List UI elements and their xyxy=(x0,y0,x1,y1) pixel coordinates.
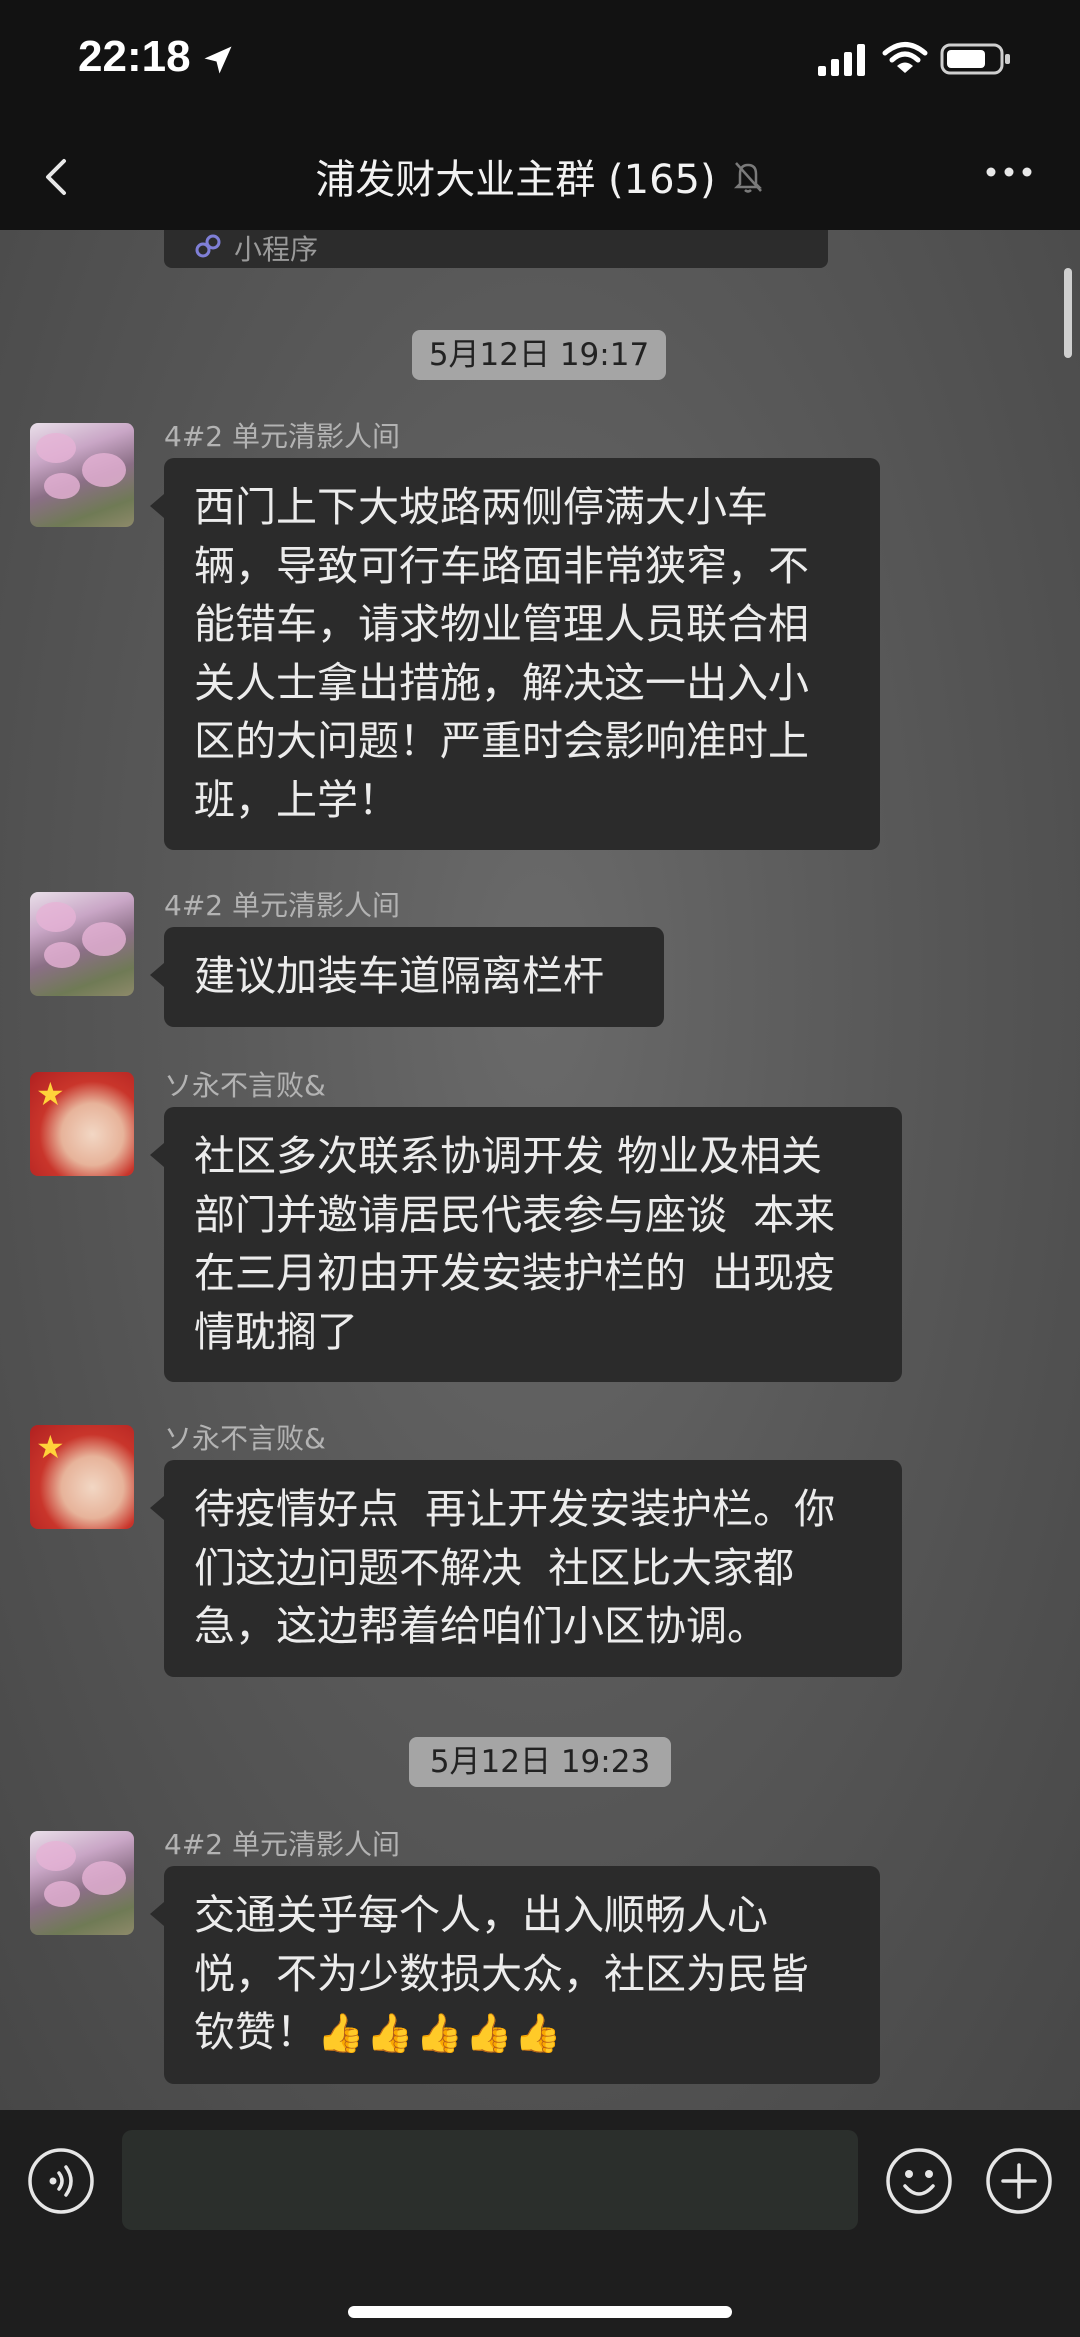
emoji-face-icon[interactable] xyxy=(884,2146,954,2216)
mini-program-label: 小程序 xyxy=(234,233,319,266)
star-icon: ★ xyxy=(36,1428,65,1466)
timestamp: 5月12日 19:23 xyxy=(409,1737,671,1787)
avatar[interactable] xyxy=(30,892,134,996)
location-arrow-icon xyxy=(204,46,232,74)
plus-icon[interactable] xyxy=(984,2146,1054,2216)
sender-name: ソ永不言败& xyxy=(164,1069,326,1102)
message-bubble[interactable]: 社区多次联系协调开发 物业及相关 部门并邀请居民代表参与座谈 本来 在三月初由开… xyxy=(150,1107,902,1382)
message-bubble[interactable]: 交通关乎每个人，出入顺畅人心 悦，不为少数损大众，社区为民皆 钦赞！👍👍👍👍👍 xyxy=(150,1866,880,2084)
mute-bell-icon xyxy=(733,162,762,193)
status-bar: 22:18 xyxy=(0,0,1080,125)
home-indicator[interactable] xyxy=(348,2306,732,2318)
avatar[interactable]: ★ xyxy=(30,1425,134,1529)
star-icon: ★ xyxy=(36,1075,65,1113)
mini-program-icon xyxy=(195,234,221,258)
message-bubble[interactable]: 建议加装车道隔离栏杆 xyxy=(150,927,664,1027)
battery-icon xyxy=(940,43,1010,75)
avatar[interactable]: ★ xyxy=(30,1072,134,1176)
scrollbar[interactable] xyxy=(1064,268,1072,358)
avatar[interactable] xyxy=(30,1831,134,1935)
cellular-signal-icon xyxy=(818,44,865,76)
timestamp: 5月12日 19:17 xyxy=(412,330,666,380)
input-bar xyxy=(0,2110,1080,2337)
thumbs-up-emoji: 👍👍👍👍👍 xyxy=(317,2011,564,2055)
chat-message-list[interactable]: 小程序 5月12日 19:17 4#2 单元清影人间 西门上下大坡路两侧停满大小… xyxy=(0,230,1080,2110)
message-input[interactable] xyxy=(122,2130,858,2230)
wifi-icon xyxy=(882,42,928,73)
mini-program-card[interactable]: 小程序 xyxy=(164,230,828,268)
sender-name: 4#2 单元清影人间 xyxy=(164,889,400,922)
sender-name: 4#2 单元清影人间 xyxy=(164,1828,400,1861)
voice-input-icon[interactable] xyxy=(26,2146,96,2216)
status-time: 22:18 xyxy=(78,32,191,81)
chat-title: 浦发财大业主群 (165) xyxy=(315,157,716,203)
sender-name: 4#2 单元清影人间 xyxy=(164,420,400,453)
more-options-icon[interactable] xyxy=(984,160,1034,184)
message-bubble[interactable]: 待疫情好点 再让开发安装护栏。你 们这边问题不解决 社区比大家都 急，这边帮着给… xyxy=(150,1460,902,1677)
sender-name: ソ永不言败& xyxy=(164,1422,326,1455)
chat-header: 浦发财大业主群 (165) xyxy=(0,125,1080,230)
avatar[interactable] xyxy=(30,423,134,527)
message-bubble[interactable]: 西门上下大坡路两侧停满大小车 辆，导致可行车路面非常狭窄，不 能错车，请求物业管… xyxy=(150,458,880,850)
chat-title-wrap: 浦发财大业主群 (165) xyxy=(0,147,1080,205)
